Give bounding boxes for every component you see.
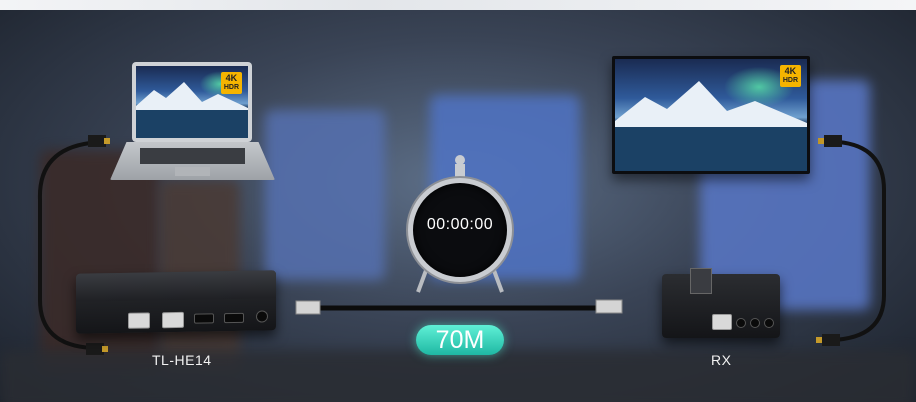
laptop: 4K HDR [132, 62, 252, 142]
hdmi-out-port [194, 313, 214, 324]
receiver-device [662, 268, 780, 338]
ethernet-port [162, 311, 184, 329]
4k-hdr-badge: 4K HDR [779, 65, 801, 87]
timer-display: 00:00:00 [426, 216, 494, 233]
monitor-screen: 4K HDR [615, 59, 807, 171]
power-port [256, 310, 268, 323]
ethernet-port [712, 314, 732, 330]
monitor: 4K HDR [612, 56, 810, 174]
ir-port [750, 318, 760, 328]
transmitter-device [76, 270, 276, 334]
power-port [764, 318, 774, 328]
hdr-badge-text: HDR [223, 84, 239, 91]
laptop-keyboard [110, 142, 275, 180]
ir-port [736, 318, 746, 328]
resolution-badge-text: 4K [225, 73, 238, 83]
laptop-screen: 4K HDR [136, 66, 248, 138]
product-banner: 4K HDR 4K HDR 00:00:00 70M TL-HE14 RX [0, 0, 916, 402]
distance-badge: 70M [416, 325, 504, 355]
receiver-label: RX [711, 352, 732, 368]
4k-hdr-badge: 4K HDR [220, 72, 242, 94]
transmitter-label: TL-HE14 [152, 352, 212, 368]
ethernet-port [128, 312, 150, 329]
hdr-badge-text: HDR [782, 77, 798, 84]
hdmi-in-port [224, 312, 244, 324]
resolution-badge-text: 4K [784, 66, 797, 76]
